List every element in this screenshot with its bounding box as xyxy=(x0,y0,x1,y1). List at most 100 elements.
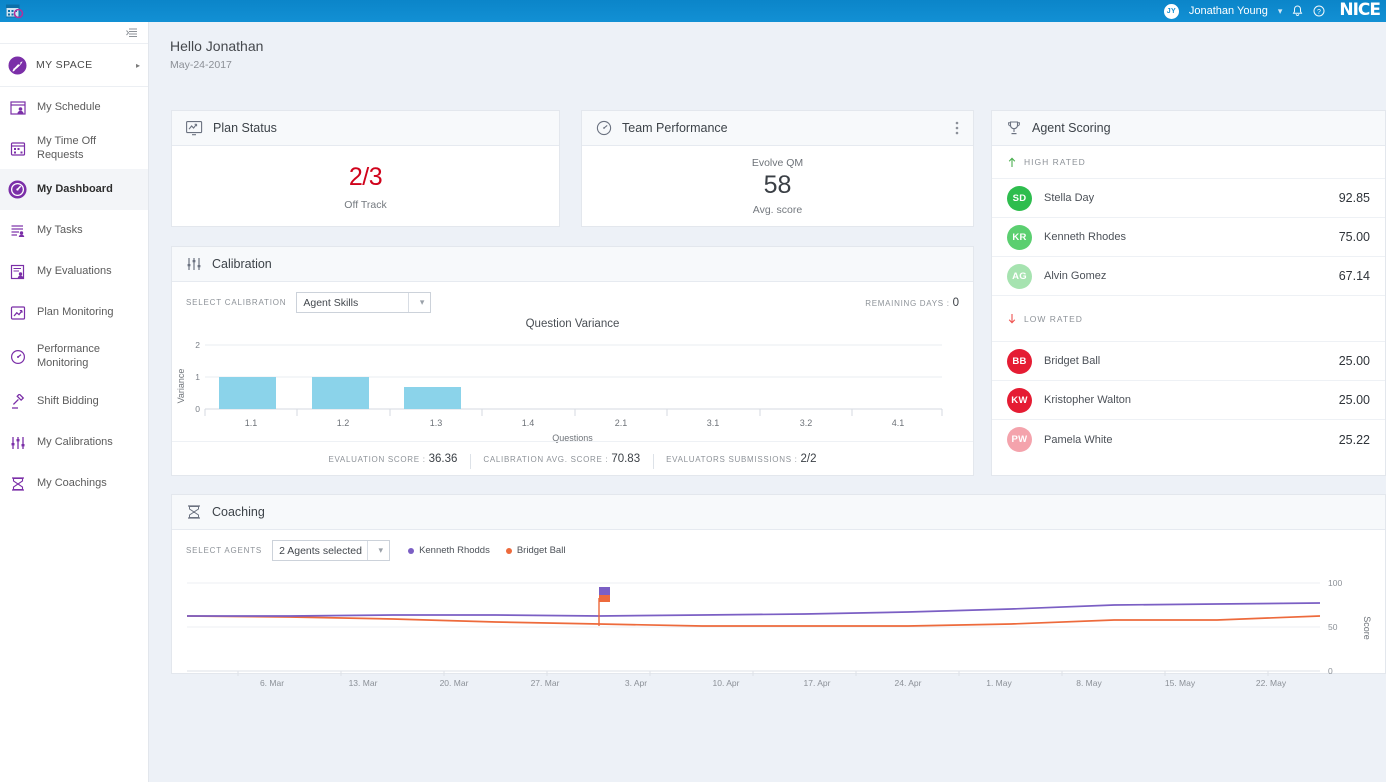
sidebar-item-my-calibrations[interactable]: My Calibrations xyxy=(0,422,148,463)
main-content: Hello Jonathan May-24-2017 Plan Status 2… xyxy=(149,22,1386,782)
coaching-icon xyxy=(186,504,202,520)
stat-label: EVALUATION SCORE : xyxy=(328,455,425,464)
gauge-icon xyxy=(596,120,612,136)
avatar[interactable]: JY xyxy=(1164,4,1179,19)
sidebar-item-shift-bidding[interactable]: Shift Bidding xyxy=(0,381,148,422)
question-variance-svg: Variance 2 1 0 xyxy=(172,332,952,432)
sliders-icon xyxy=(8,433,27,452)
coaching-header: Coaching xyxy=(172,495,1385,530)
sidebar-item-label: Performance Monitoring xyxy=(37,343,140,371)
sidebar-item-label: My Schedule xyxy=(37,101,101,115)
agent-score: 67.14 xyxy=(1339,269,1370,283)
user-name[interactable]: Jonathan Young xyxy=(1189,5,1268,17)
card-title: Coaching xyxy=(212,505,265,519)
table-row[interactable]: AG Alvin Gomez 67.14 xyxy=(992,257,1385,296)
agents-select[interactable]: 2 Agents selected ▾ xyxy=(272,540,390,561)
legend-item[interactable]: Kenneth Rhodds xyxy=(408,545,490,556)
chevron-down-icon: ▾ xyxy=(379,545,384,556)
agent-name: Kristopher Walton xyxy=(1044,394,1131,406)
calibration-avg-score-stat: CALIBRATION AVG. SCORE : 70.83 xyxy=(470,453,653,465)
stat-label: CALIBRATION AVG. SCORE : xyxy=(483,455,608,464)
help-circle-icon[interactable]: ? xyxy=(1313,5,1325,17)
agent-scoring-header: Agent Scoring xyxy=(992,111,1385,146)
top-bar-right: JY Jonathan Young ▾ ? NICE xyxy=(1164,0,1386,22)
team-performance-body: Evolve QM 58 Avg. score xyxy=(582,146,973,227)
remaining-days-value: 0 xyxy=(953,297,959,309)
notification-bell-icon[interactable] xyxy=(1292,5,1303,17)
sliders-icon xyxy=(186,256,202,272)
low-rated-label: LOW RATED xyxy=(1024,314,1083,324)
card-title: Plan Status xyxy=(213,121,277,135)
agent-name: Alvin Gomez xyxy=(1044,270,1106,282)
plan-status-body: 2/3 Off Track xyxy=(172,146,559,227)
table-row[interactable]: PW Pamela White 25.22 xyxy=(992,420,1385,459)
sidebar-item-label: My Coachings xyxy=(37,477,107,491)
bar-1-2 xyxy=(312,377,369,409)
sidebar-item-label: My Evaluations xyxy=(37,265,112,279)
evaluation-score-stat: EVALUATION SCORE : 36.36 xyxy=(315,453,470,465)
calibration-stats: EVALUATION SCORE : 36.36 CALIBRATION AVG… xyxy=(172,441,973,475)
rocket-icon xyxy=(8,56,27,75)
avatar: BB xyxy=(1007,349,1032,374)
sidebar-item-my-tasks[interactable]: My Tasks xyxy=(0,210,148,251)
coaching-chart: 100 50 0 Score xyxy=(172,561,1385,690)
calibration-card: Calibration SELECT CALIBRATION Agent Ski… xyxy=(171,246,974,476)
coaching-chart-svg: 100 50 0 Score xyxy=(172,565,1385,690)
agents-select-value: 2 Agents selected xyxy=(279,545,362,557)
sidebar-item-my-evaluations[interactable]: My Evaluations xyxy=(0,251,148,292)
team-performance-value: 58 xyxy=(764,171,792,200)
avatar: KR xyxy=(1007,225,1032,250)
plan-status-label: Off Track xyxy=(344,199,386,211)
calibration-select[interactable]: Agent Skills ▾ xyxy=(296,292,431,313)
svg-text:4.1: 4.1 xyxy=(892,418,905,428)
table-row[interactable]: SD Stella Day 92.85 xyxy=(992,179,1385,218)
legend-item[interactable]: Bridget Ball xyxy=(506,545,566,556)
trophy-icon xyxy=(1006,120,1022,136)
coaching-controls: SELECT AGENTS 2 Agents selected ▾ Kennet… xyxy=(172,530,1385,561)
stat-value: 2/2 xyxy=(801,453,817,465)
svg-text:1. May: 1. May xyxy=(986,678,1012,688)
agent-score: 92.85 xyxy=(1339,191,1370,205)
kebab-menu-icon[interactable] xyxy=(955,121,959,135)
svg-text:15. May: 15. May xyxy=(1165,678,1196,688)
card-title: Calibration xyxy=(212,257,272,271)
agent-scoring-card: Agent Scoring HIGH RATED SD Stella Day 9… xyxy=(991,110,1386,476)
sidebar-item-my-dashboard[interactable]: My Dashboard xyxy=(0,169,148,210)
agent-score: 75.00 xyxy=(1339,230,1370,244)
sidebar-item-plan-monitoring[interactable]: Plan Monitoring xyxy=(0,292,148,333)
svg-text:2.1: 2.1 xyxy=(615,418,628,428)
agent-name: Bridget Ball xyxy=(1044,355,1100,367)
y-axis-label: Score xyxy=(1362,616,1372,640)
calendar-badge-icon[interactable] xyxy=(0,0,30,22)
sidebar-item-performance-monitoring[interactable]: Performance Monitoring xyxy=(0,333,148,381)
tasks-icon xyxy=(8,221,27,240)
svg-text:1.2: 1.2 xyxy=(337,418,350,428)
chevron-down-icon[interactable]: ▾ xyxy=(1278,6,1283,17)
avatar: SD xyxy=(1007,186,1032,211)
calendar-icon xyxy=(8,139,27,158)
flag-marker-annotation[interactable] xyxy=(599,587,610,626)
sidebar-item-my-coachings[interactable]: My Coachings xyxy=(0,463,148,504)
sidebar-item-my-time-off-requests[interactable]: My Time Off Requests xyxy=(0,128,148,169)
collapse-menu-button[interactable] xyxy=(0,22,148,44)
plan-status-value: 2/3 xyxy=(349,163,382,192)
sidebar-item-label: My Calibrations xyxy=(37,436,113,450)
table-row[interactable]: KR Kenneth Rhodes 75.00 xyxy=(992,218,1385,257)
svg-text:27. Mar: 27. Mar xyxy=(531,678,560,688)
table-row[interactable]: KW Kristopher Walton 25.00 xyxy=(992,381,1385,420)
sidebar-item-my-space[interactable]: MY SPACE ▸ xyxy=(0,44,148,87)
top-bar: JY Jonathan Young ▾ ? NICE xyxy=(0,0,1386,22)
agent-name: Stella Day xyxy=(1044,192,1094,204)
gavel-icon xyxy=(8,392,27,411)
agent-score: 25.00 xyxy=(1339,393,1370,407)
legend-color-swatch xyxy=(506,548,512,554)
card-title: Agent Scoring xyxy=(1032,121,1111,135)
series-line-kenneth-rhodds xyxy=(187,603,1320,616)
table-row[interactable]: BB Bridget Ball 25.00 xyxy=(992,342,1385,381)
plan-status-icon xyxy=(186,121,203,136)
question-variance-chart-title: Question Variance xyxy=(172,318,973,330)
svg-text:100: 100 xyxy=(1328,578,1342,588)
svg-text:10. Apr: 10. Apr xyxy=(713,678,740,688)
sidebar-item-my-schedule[interactable]: My Schedule xyxy=(0,87,148,128)
high-rated-label: HIGH RATED xyxy=(1024,157,1086,167)
